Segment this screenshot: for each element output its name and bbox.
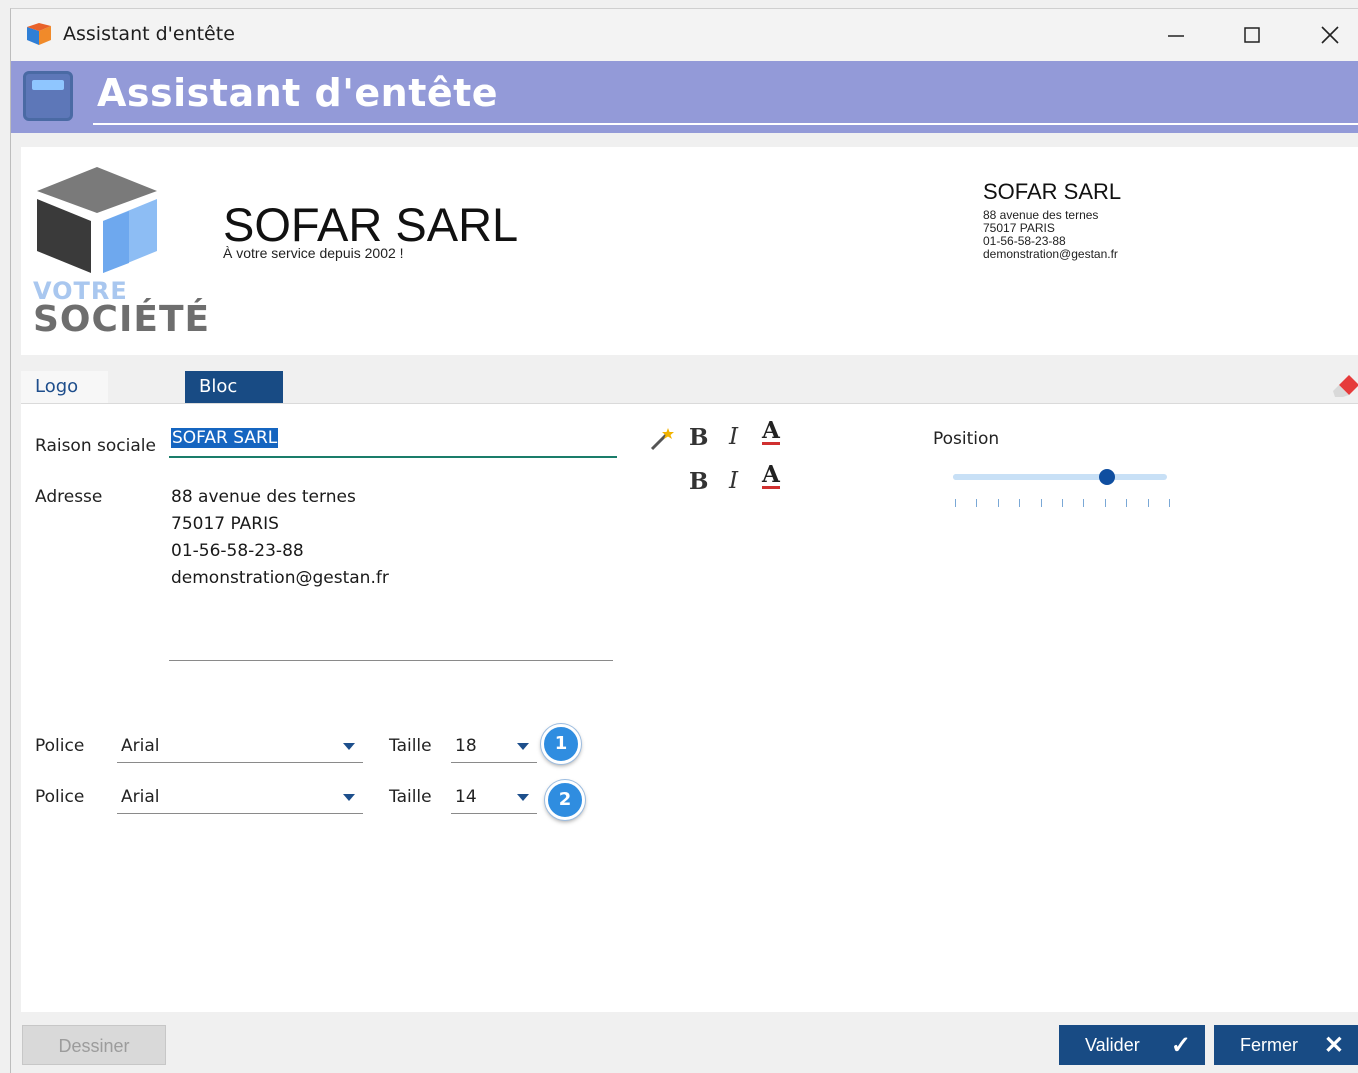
slider-fill: [953, 474, 1108, 480]
app-icon: [27, 23, 51, 45]
banner-divider: [93, 123, 1358, 125]
dropdown-arrow-icon: [343, 743, 355, 750]
header-icon: [23, 71, 73, 121]
adresse-label: Adresse: [35, 487, 103, 507]
italic-icon[interactable]: I: [729, 424, 738, 450]
slider-tick: [955, 499, 956, 507]
company-logo: VOTRE SOCIÉTÉ: [33, 165, 243, 340]
taille-label-1: Taille: [389, 736, 432, 756]
title-bar: Assistant d'entête: [11, 9, 1358, 61]
header-banner: Assistant d'entête: [11, 61, 1358, 133]
police-label-2: Police: [35, 787, 85, 807]
dropdown-arrow-icon: [517, 794, 529, 801]
police-value-2: Arial: [121, 787, 160, 807]
maximize-icon: [1244, 27, 1260, 43]
fermer-label: Fermer: [1240, 1035, 1298, 1055]
step-badge-1: 1: [541, 724, 581, 764]
taille-value-2: 14: [455, 787, 477, 807]
slider-tick: [1169, 499, 1170, 507]
preview-address-line: demonstration@gestan.fr: [983, 247, 1118, 261]
adresse-line: 01-56-58-23-88: [171, 541, 304, 561]
checkmark-icon: ✓: [1170, 1032, 1191, 1059]
slider-thumb[interactable]: [1099, 469, 1116, 485]
preview-slogan: À votre service depuis 2002 !: [223, 245, 404, 261]
raison-sociale-label: Raison sociale: [35, 436, 156, 456]
preview-company-name: SOFAR SARL: [223, 198, 519, 251]
fermer-button[interactable]: Fermer ✕: [1214, 1025, 1358, 1065]
dropdown-arrow-icon: [517, 743, 529, 750]
italic-icon[interactable]: I: [729, 468, 738, 494]
adresse-line: 75017 PARIS: [171, 514, 279, 534]
header-preview: VOTRE SOCIÉTÉ SOFAR SARL À votre service…: [21, 147, 1358, 355]
assistant-window: Assistant d'entête Assistant d'entête VO…: [10, 8, 1358, 1073]
window-title: Assistant d'entête: [63, 23, 235, 45]
adresse-line: 88 avenue des ternes: [171, 487, 356, 507]
taille-label-2: Taille: [389, 787, 432, 807]
close-icon: [1321, 26, 1339, 44]
position-label: Position: [933, 429, 1000, 449]
valider-button[interactable]: Valider ✓: [1059, 1025, 1205, 1065]
dropdown-arrow-icon: [343, 794, 355, 801]
eraser-icon[interactable]: [1331, 367, 1358, 397]
adresse-line: demonstration@gestan.fr: [171, 568, 389, 588]
position-slider[interactable]: [953, 469, 1167, 485]
minimize-icon: [1168, 35, 1184, 37]
police-value-1: Arial: [121, 736, 160, 756]
raison-sociale-value[interactable]: SOFAR SARL: [171, 428, 279, 448]
dessiner-button[interactable]: Dessiner: [22, 1025, 166, 1065]
slider-tick: [1062, 499, 1063, 507]
adresse-underline: [169, 660, 613, 661]
slider-tick: [1083, 499, 1085, 507]
banner-title: Assistant d'entête: [97, 71, 499, 115]
police-select-1[interactable]: Arial: [117, 732, 363, 763]
slider-ticks: [955, 499, 1170, 509]
magic-wand-icon[interactable]: [649, 426, 675, 452]
taille-select-2[interactable]: 14: [451, 783, 537, 814]
logo-cube-icon: [37, 167, 157, 273]
slider-tick: [1126, 499, 1128, 507]
bold-icon[interactable]: B: [689, 468, 708, 495]
close-icon: ✕: [1323, 1032, 1344, 1059]
preview-address-name: SOFAR SARL: [983, 179, 1122, 204]
font-color-icon[interactable]: A: [762, 463, 780, 489]
tab-bloc-adresse[interactable]: Bloc adresse: [185, 371, 284, 429]
font-color-icon[interactable]: A: [762, 419, 780, 445]
slider-tick: [976, 499, 978, 507]
bloc-adresse-panel: Raison sociale SOFAR SARL Adresse 88 ave…: [21, 403, 1358, 1012]
step-badge-2: 2: [545, 780, 585, 820]
tab-logo-et-slogan[interactable]: Logo et slogan: [21, 371, 109, 461]
slider-tick: [1104, 499, 1106, 507]
bold-icon[interactable]: B: [689, 424, 708, 451]
taille-value-1: 18: [455, 736, 477, 756]
slider-tick: [1040, 499, 1042, 507]
minimize-button[interactable]: [1153, 15, 1199, 55]
slider-tick: [997, 499, 999, 507]
police-label-1: Police: [35, 736, 85, 756]
slider-tick: [1147, 499, 1149, 507]
police-select-2[interactable]: Arial: [117, 783, 363, 814]
valider-label: Valider: [1085, 1035, 1140, 1055]
maximize-button[interactable]: [1229, 15, 1275, 55]
logo-text-societe: SOCIÉTÉ: [33, 299, 211, 340]
taille-select-1[interactable]: 18: [451, 732, 537, 763]
close-window-button[interactable]: [1307, 15, 1353, 55]
slider-tick: [1019, 499, 1021, 507]
